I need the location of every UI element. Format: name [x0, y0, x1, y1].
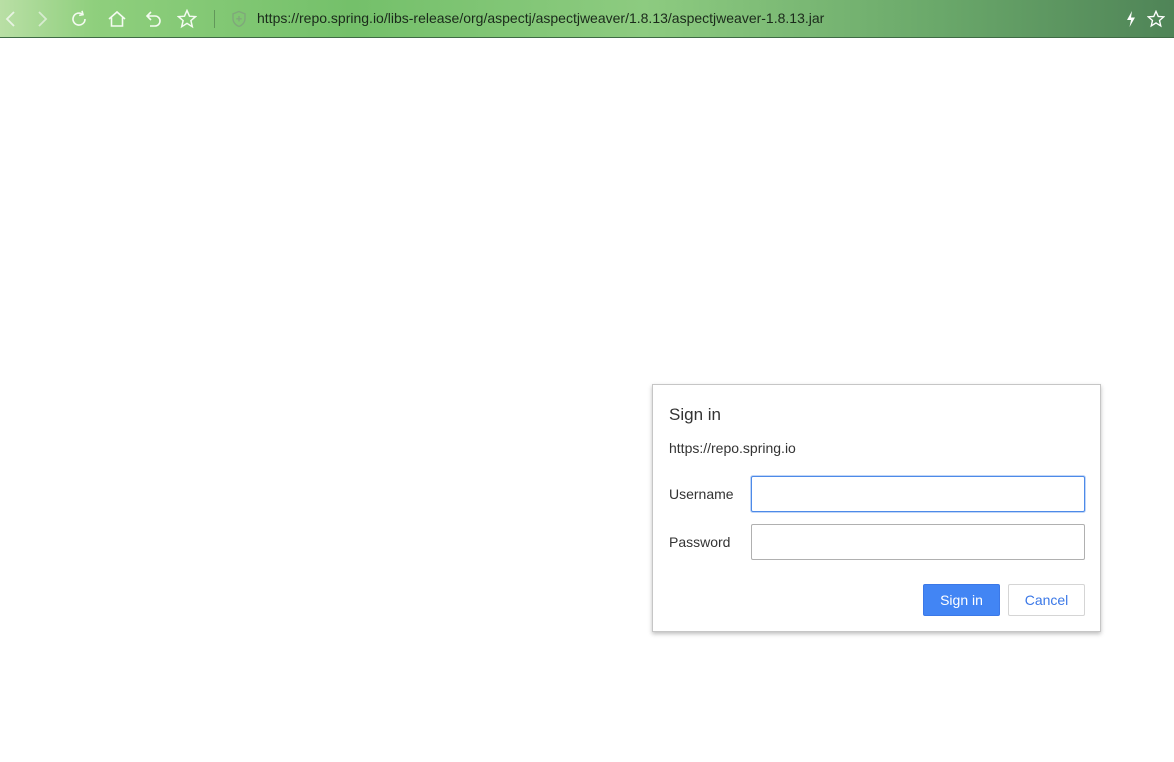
- dialog-title: Sign in: [669, 405, 721, 424]
- shield-icon[interactable]: [228, 8, 250, 30]
- address-bar-url[interactable]: https://repo.spring.io/libs-release/org/…: [257, 10, 824, 26]
- sign-in-dialog: Sign in https://repo.spring.io Username …: [652, 384, 1101, 632]
- password-input[interactable]: [751, 524, 1085, 560]
- favorite-star-icon[interactable]: [1145, 8, 1167, 30]
- cancel-button[interactable]: Cancel: [1008, 584, 1085, 616]
- toolbar-divider: [214, 10, 215, 28]
- undo-icon[interactable]: [142, 8, 164, 30]
- home-icon[interactable]: [106, 8, 128, 30]
- dialog-origin: https://repo.spring.io: [669, 440, 796, 456]
- flash-icon[interactable]: [1120, 8, 1142, 30]
- username-label: Username: [669, 486, 734, 502]
- username-input[interactable]: [751, 476, 1085, 512]
- bookmark-star-icon[interactable]: [176, 8, 198, 30]
- browser-toolbar: https://repo.spring.io/libs-release/org/…: [0, 0, 1174, 38]
- password-label: Password: [669, 534, 731, 550]
- reload-icon[interactable]: [68, 8, 90, 30]
- sign-in-button[interactable]: Sign in: [923, 584, 1000, 616]
- forward-icon[interactable]: [31, 8, 53, 30]
- back-icon[interactable]: [0, 8, 22, 30]
